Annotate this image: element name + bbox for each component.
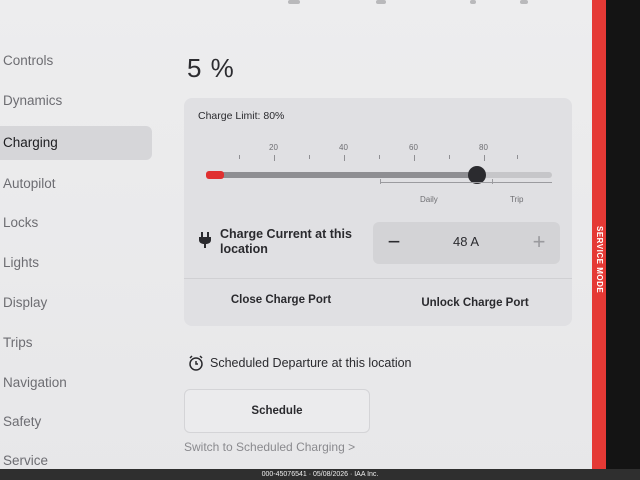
scale-label: 80 — [479, 143, 488, 152]
status-strip — [0, 0, 592, 8]
scale-tick — [517, 155, 518, 159]
sidebar-item-display[interactable]: Display — [0, 286, 152, 320]
screen-bezel — [606, 0, 640, 480]
scale-label: 60 — [409, 143, 418, 152]
sidebar-item-navigation[interactable]: Navigation — [0, 366, 152, 400]
sidebar-item-dynamics[interactable]: Dynamics — [0, 84, 152, 118]
scale-tick — [379, 155, 380, 159]
daily-range-label: Daily — [420, 195, 438, 204]
charge-limit-label: Charge Limit: 80% — [198, 110, 285, 122]
watermark-text: 000-45076541 · 05/08/2026 · IAA Inc. — [261, 471, 379, 478]
watermark-bar: 000-45076541 · 05/08/2026 · IAA Inc. — [0, 469, 640, 480]
plug-icon — [199, 232, 211, 248]
status-icon — [470, 0, 476, 4]
sidebar-item-controls[interactable]: Controls — [0, 44, 152, 78]
battery-level-indicator — [206, 171, 224, 179]
scale-tick — [239, 155, 240, 159]
service-mode-label: SERVICE MODE — [595, 226, 604, 294]
scale-tick — [414, 155, 415, 161]
sidebar-item-lights[interactable]: Lights — [0, 246, 152, 280]
sidebar-item-charging[interactable]: Charging — [0, 126, 152, 160]
charge-current-value: 48 A — [452, 234, 480, 249]
scale-label: 20 — [269, 143, 278, 152]
sidebar-item-trips[interactable]: Trips — [0, 326, 152, 360]
sidebar-item-safety[interactable]: Safety — [0, 405, 152, 439]
scale-tick — [449, 155, 450, 159]
alarm-clock-icon — [189, 355, 203, 371]
scale-tick — [309, 155, 310, 159]
charge-current-stepper: − 48 A + — [373, 222, 560, 264]
battery-percent: 5 % — [187, 53, 235, 83]
scale-tick — [484, 155, 485, 161]
scale-tick — [344, 155, 345, 161]
sidebar-item-locks[interactable]: Locks — [0, 206, 152, 240]
charging-card: Charge Limit: 80% 20 40 60 80 Daily Trip… — [184, 98, 572, 326]
trip-range-label: Trip — [510, 195, 524, 204]
scale-label: 40 — [339, 143, 348, 152]
increase-current-button[interactable]: + — [526, 230, 552, 256]
close-charge-port-button[interactable]: Close Charge Port — [184, 279, 378, 325]
switch-to-scheduled-charging-link[interactable]: Switch to Scheduled Charging > — [184, 440, 355, 454]
status-icon — [376, 0, 386, 4]
charge-limit-fill — [206, 172, 477, 178]
status-icon — [520, 0, 528, 4]
range-bracket — [380, 179, 552, 190]
scale-tick — [274, 155, 275, 161]
status-icon — [288, 0, 300, 4]
decrease-current-button[interactable]: − — [381, 230, 407, 256]
sidebar-item-autopilot[interactable]: Autopilot — [0, 167, 152, 201]
schedule-button[interactable]: Schedule — [184, 389, 370, 433]
charge-current-label: Charge Current at this location — [220, 227, 352, 256]
touchscreen: Controls Dynamics Charging Autopilot Loc… — [0, 0, 592, 480]
scheduled-departure-label: Scheduled Departure at this location — [210, 356, 412, 370]
unlock-charge-port-button[interactable]: Unlock Charge Port — [378, 279, 572, 325]
